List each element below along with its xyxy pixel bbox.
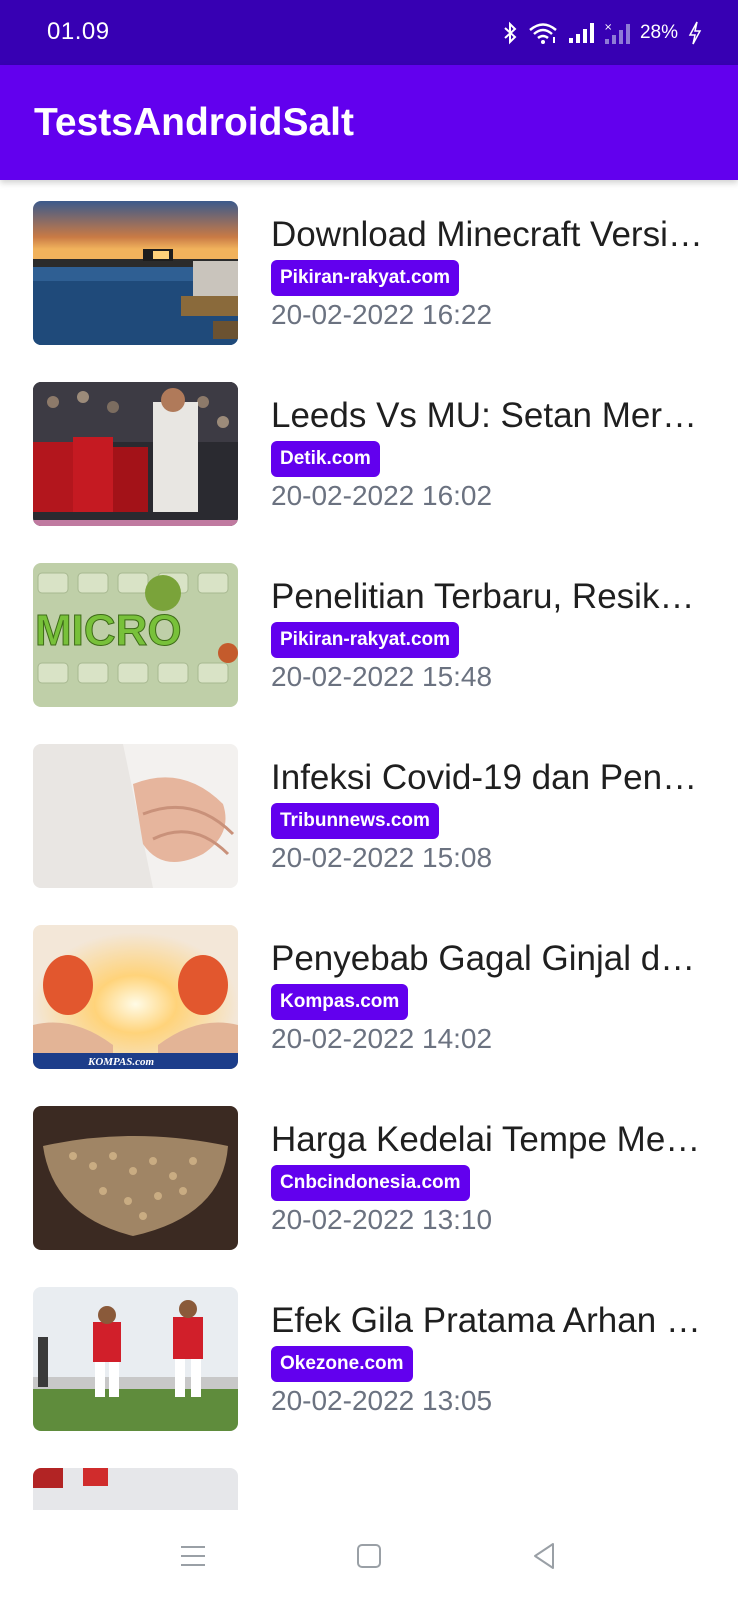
news-title: Penyebab Gagal Ginjal dan Cara Mencegahn… [271, 939, 703, 978]
news-item[interactable]: Efek Gila Pratama Arhan di Tokyo Verdy O… [0, 1266, 738, 1431]
nav-bar [0, 1510, 738, 1600]
news-source-badge: Detik.com [271, 441, 380, 477]
news-source-badge: Cnbcindonesia.com [271, 1165, 470, 1201]
news-date: 20-02-2022 16:02 [271, 480, 493, 511]
news-title: Leeds Vs MU: Setan Merah Menang 4-2 [271, 396, 703, 435]
charging-icon [688, 21, 702, 45]
news-source-badge: Okezone.com [271, 1346, 413, 1382]
news-list[interactable]: Download Minecraft Versi 1.18 Gratis APK… [0, 180, 738, 1510]
news-date: 20-02-2022 13:05 [271, 1385, 493, 1416]
kompas-watermark: KOMPAS.com [87, 1056, 155, 1068]
news-source-badge: Pikiran-rakyat.com [271, 260, 460, 296]
svg-text:×: × [604, 22, 612, 33]
news-thumbnail: KOMPAS.com [33, 925, 238, 1069]
news-title: Harga Kedelai Tempe Melonjak Tinggi [271, 1120, 703, 1159]
news-date: 20-02-2022 16:22 [271, 299, 493, 330]
micro-watermark: MICRO [35, 606, 182, 655]
news-thumbnail [33, 744, 238, 888]
status-bar: 01.09 × 28% [0, 0, 738, 65]
news-item[interactable]: MICRO Penelitian Terbaru, Resiko Penular… [0, 542, 738, 707]
news-thumbnail [33, 1106, 238, 1250]
news-source-badge: Tribunnews.com [271, 803, 439, 839]
news-date: 20-02-2022 15:08 [271, 842, 493, 873]
news-title: Download Minecraft Versi 1.18 Gratis APK… [271, 215, 703, 254]
news-item[interactable]: Download Minecraft Versi 1.18 Gratis APK… [0, 180, 738, 345]
news-thumbnail [33, 201, 238, 345]
signal-icon [568, 22, 594, 44]
status-icons: × 28% [502, 16, 702, 50]
app-title: TestsAndroidSalt [34, 101, 354, 144]
news-thumbnail [33, 382, 238, 526]
app-bar: TestsAndroidSalt [0, 65, 738, 180]
news-title: Penelitian Terbaru, Resiko Penularan Cov… [271, 577, 703, 616]
battery-level: 28% [639, 22, 678, 43]
news-title: Infeksi Covid-19 dan Penyakit Jantung [271, 758, 703, 797]
back-icon[interactable] [527, 1538, 563, 1574]
news-date: 20-02-2022 15:48 [271, 661, 493, 692]
news-date: 20-02-2022 14:02 [271, 1023, 493, 1054]
wifi-icon [528, 21, 558, 45]
bluetooth-icon [502, 21, 518, 45]
status-time: 01.09 [47, 18, 110, 45]
news-item[interactable]: KOMPAS.com Penyebab Gagal Ginjal dan Car… [0, 904, 738, 1069]
news-date: 20-02-2022 13:10 [271, 1204, 493, 1235]
news-title: Efek Gila Pratama Arhan di Tokyo Verdy [271, 1301, 703, 1340]
news-item[interactable]: Harga Kedelai Tempe Melonjak Tinggi Cnbc… [0, 1085, 738, 1250]
menu-icon[interactable] [175, 1538, 211, 1574]
news-item[interactable] [0, 1447, 738, 1510]
news-source-badge: Pikiran-rakyat.com [271, 622, 460, 658]
signal-no-sim-icon: × [604, 21, 630, 45]
news-thumbnail: MICRO [33, 563, 238, 707]
home-icon[interactable] [351, 1538, 387, 1574]
news-thumbnail [33, 1468, 238, 1510]
news-item[interactable]: Leeds Vs MU: Setan Merah Menang 4-2 Deti… [0, 361, 738, 526]
news-source-badge: Kompas.com [271, 984, 409, 1020]
news-thumbnail [33, 1287, 238, 1431]
news-item[interactable]: Infeksi Covid-19 dan Penyakit Jantung Tr… [0, 723, 738, 888]
